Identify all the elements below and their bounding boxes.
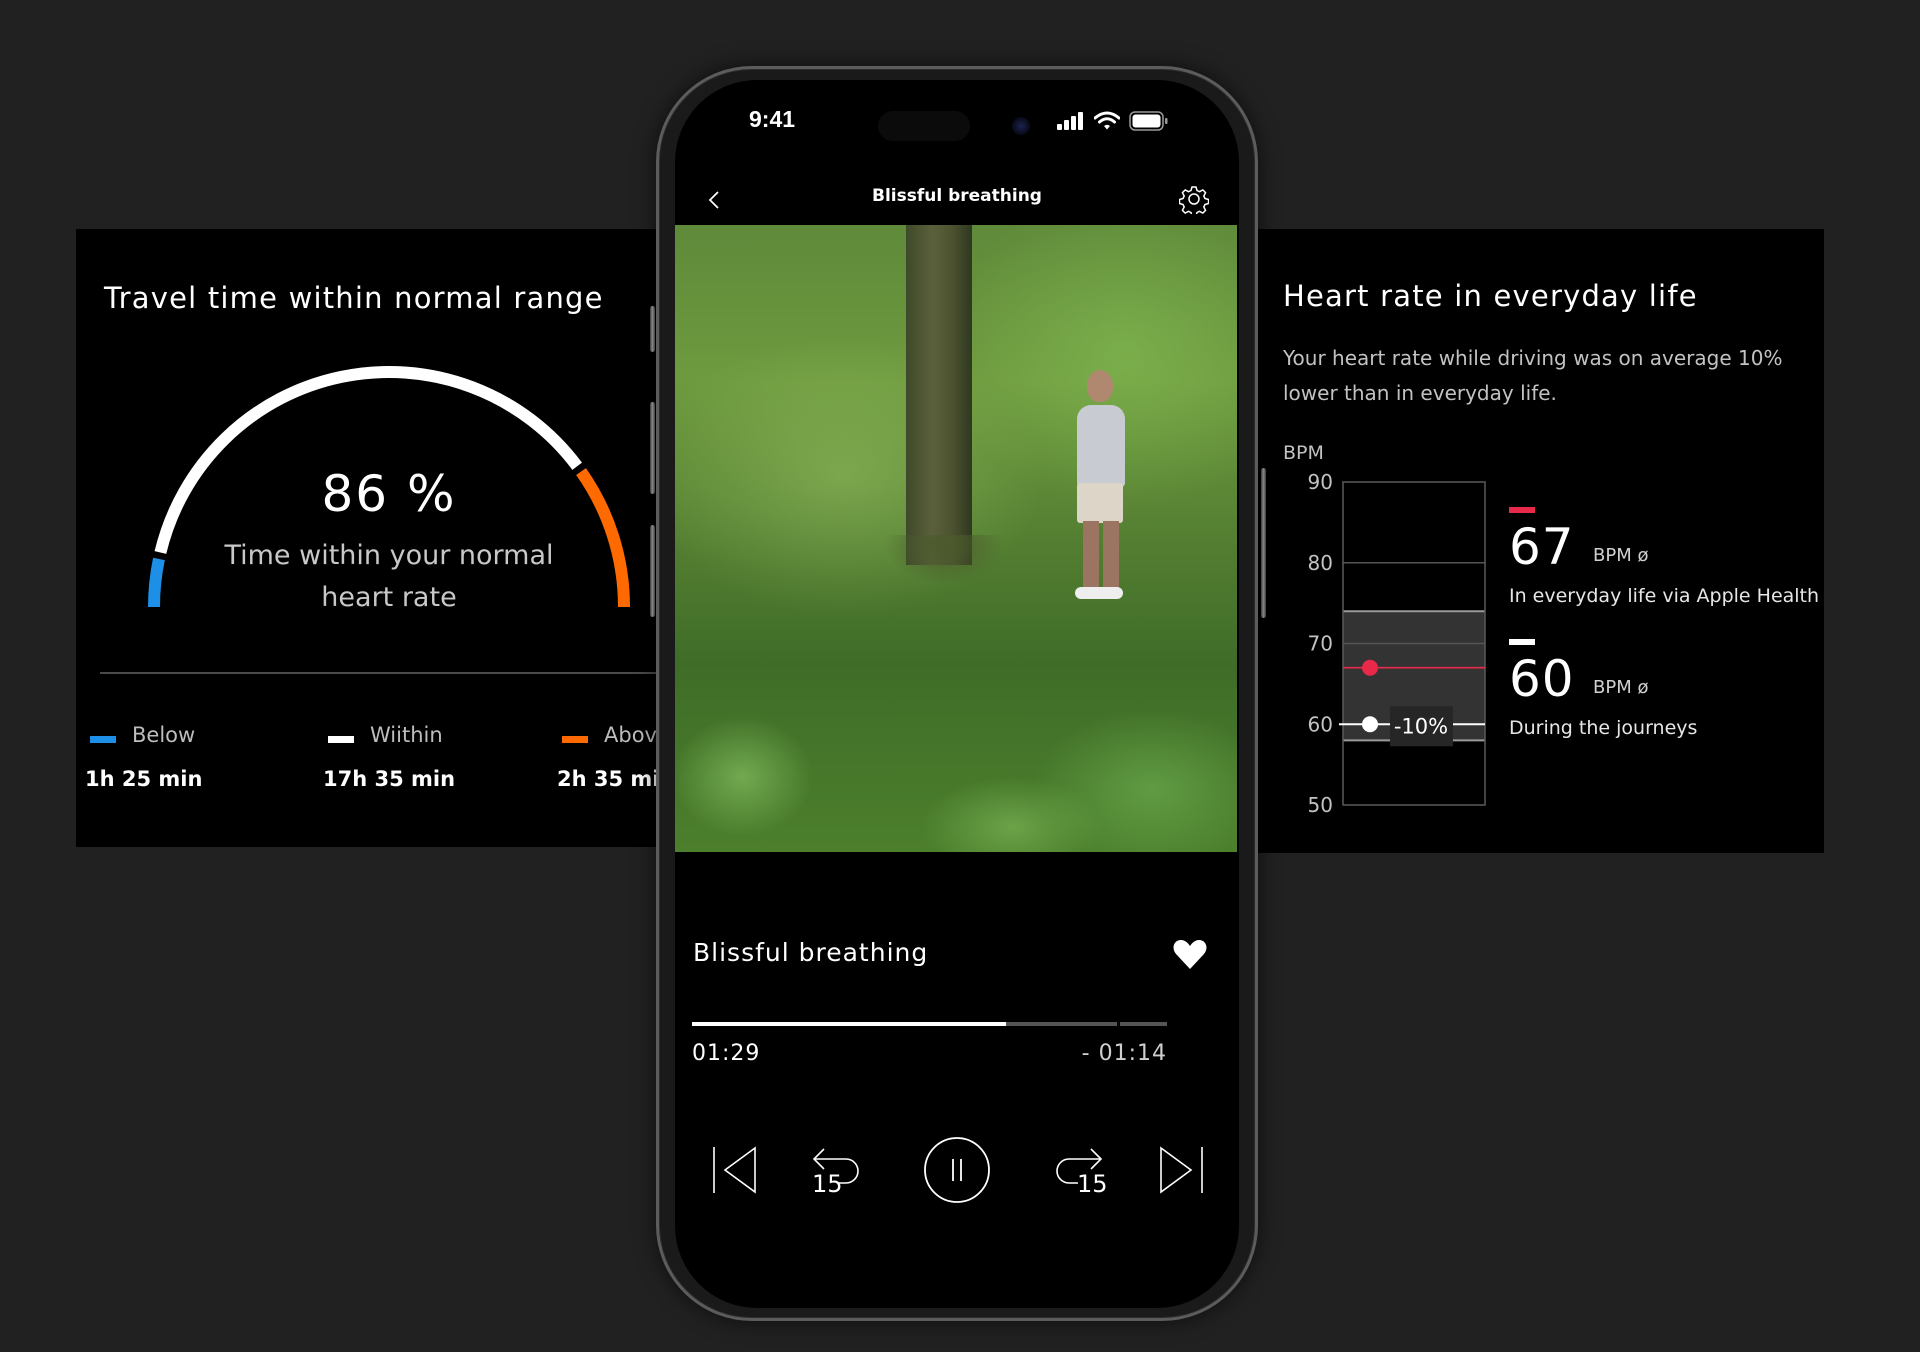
time-elapsed: 01:29 [692, 1041, 761, 1066]
gauge-legend: Below 1h 25 min Wiithin 17h 35 min Above… [76, 723, 666, 807]
status-time: 9:41 [749, 106, 796, 132]
skip-previous-icon[interactable] [699, 1130, 769, 1210]
screen-title: Blissful breathing [872, 186, 1042, 206]
legend-value: 17h 35 min [323, 767, 456, 791]
forward-15-icon[interactable]: 15 [1045, 1130, 1115, 1210]
front-camera [1012, 117, 1030, 135]
gear-icon[interactable] [1179, 184, 1209, 214]
stat-value: 60 [1509, 650, 1575, 708]
gauge-percent: 86 % [321, 465, 457, 523]
power-button [1261, 468, 1266, 618]
tree-trunk [906, 225, 972, 565]
person-shorts [1077, 483, 1123, 523]
y-tick-label: 70 [1308, 632, 1333, 656]
legend-label: Below [132, 723, 196, 747]
wifi-icon [1094, 111, 1120, 130]
gauge-caption: Time within your normal heart rate [224, 540, 554, 613]
skip-next-icon[interactable] [1147, 1130, 1217, 1210]
rewind-15-icon[interactable]: 15 [800, 1130, 870, 1210]
legend-swatch-within [328, 736, 354, 743]
y-tick-label: 60 [1308, 712, 1333, 736]
legend-value: 2h 35 min [557, 767, 666, 791]
stat-description: In everyday life via Apple Health [1509, 585, 1820, 607]
status-icons [1057, 110, 1169, 132]
gauge-segment-below [148, 557, 165, 608]
legend-swatch-above [562, 736, 588, 743]
volume-up-button [650, 402, 655, 494]
stat-unit: BPM ø [1593, 545, 1649, 566]
stat-unit: BPM ø [1593, 677, 1649, 698]
forest-photo [675, 225, 1237, 852]
phone-screen: 9:41 Blissful breathing Blissful breathi… [675, 80, 1239, 1308]
stat-color-bar-red [1509, 507, 1535, 513]
person-shoes [1075, 587, 1123, 599]
volume-down-button [650, 525, 655, 617]
y-tick-label: 50 [1308, 793, 1333, 817]
y-tick-label: 90 [1308, 470, 1333, 494]
forward-seconds: 15 [1077, 1170, 1108, 1198]
navigation-bar: Blissful breathing [675, 176, 1239, 224]
action-button [650, 306, 655, 352]
y-tick-label: 80 [1308, 551, 1333, 575]
track-title: Blissful breathing [693, 938, 929, 967]
time-remaining: - 01:14 [1081, 1041, 1167, 1066]
divider [100, 672, 666, 674]
legend-value: 1h 25 min [85, 767, 203, 791]
person-shirt [1077, 405, 1125, 487]
pause-button[interactable] [920, 1130, 994, 1210]
gauge-segment-within [154, 366, 582, 554]
journey-point [1362, 716, 1378, 733]
delta-label: -10% [1394, 714, 1448, 738]
person-head [1087, 370, 1113, 402]
everyday-point [1362, 659, 1378, 676]
heart-icon[interactable] [1172, 937, 1208, 971]
legend-label: Wiithin [370, 723, 443, 747]
heart-rate-card: Heart rate in everyday life Your heart r… [1250, 229, 1824, 853]
rewind-seconds: 15 [812, 1170, 843, 1198]
dynamic-island [878, 111, 970, 141]
legend-swatch-below [90, 736, 116, 743]
cellular-signal-icon [1057, 112, 1083, 130]
progress-segment [1120, 1022, 1167, 1026]
playback-controls: 15 15 [675, 1130, 1239, 1210]
stat-color-bar-white [1509, 639, 1535, 645]
stat-description: During the journeys [1509, 717, 1698, 739]
stat-value: 67 [1509, 518, 1575, 576]
tree-base [885, 535, 1005, 585]
progress-fill [692, 1022, 1006, 1026]
travel-time-card: Travel time within normal range 86 % Tim… [76, 229, 666, 847]
battery-icon [1129, 111, 1168, 131]
person-legs [1083, 521, 1119, 591]
playback-progress-bar[interactable] [692, 1022, 1167, 1026]
